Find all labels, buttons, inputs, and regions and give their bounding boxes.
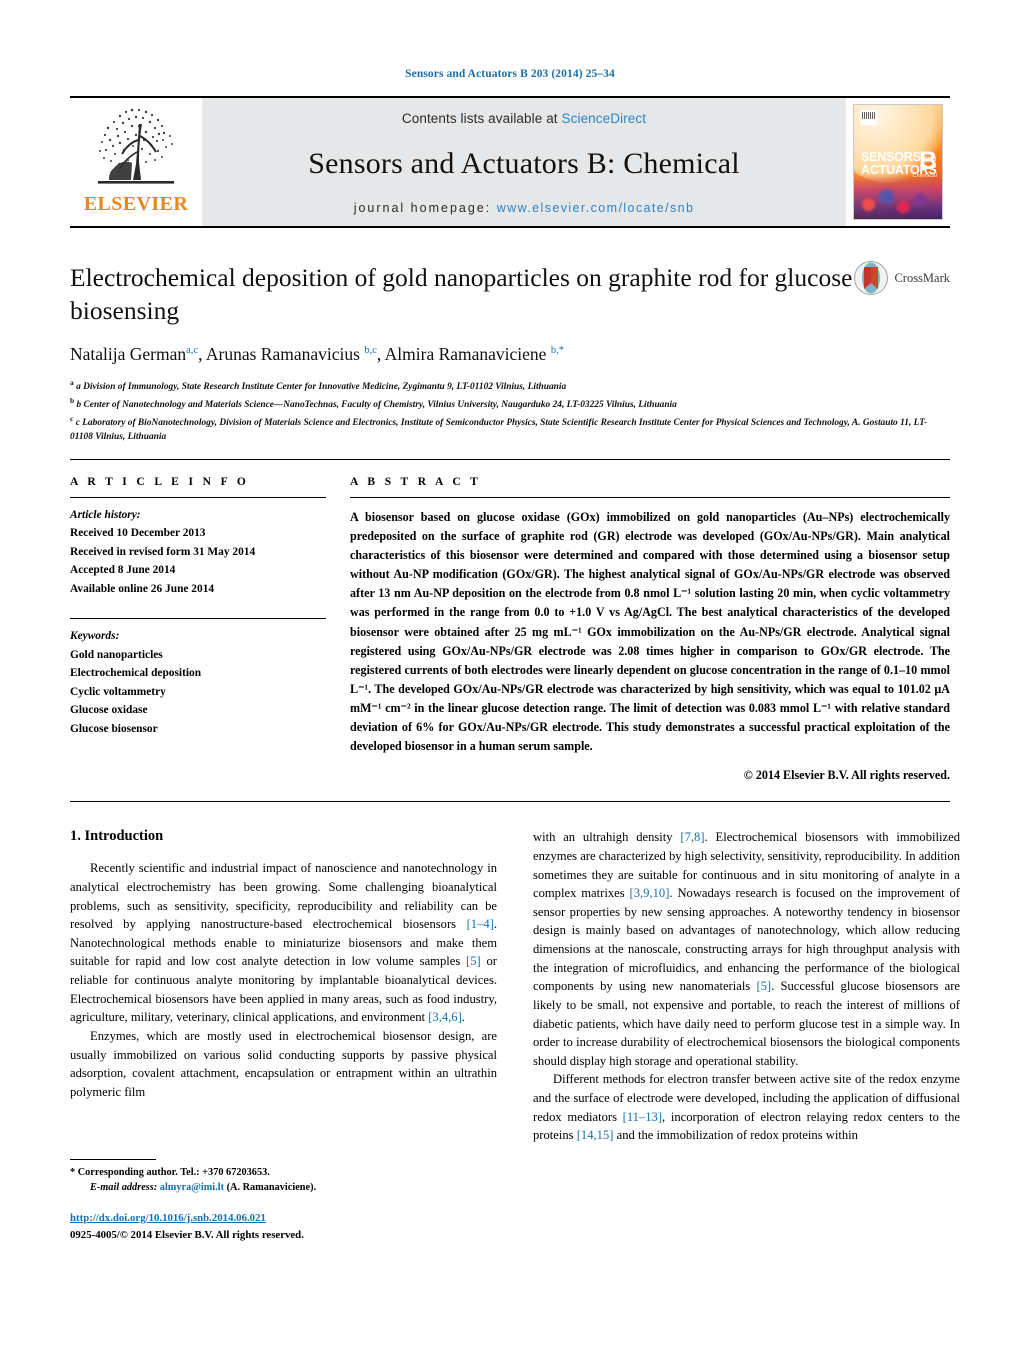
body-column-right: with an ultrahigh density [7,8]. Electro…	[533, 828, 960, 1243]
sciencedirect-link[interactable]: ScienceDirect	[562, 111, 647, 126]
cover-bottom-gradient	[854, 175, 942, 219]
abstract-heading: A B S T R A C T	[350, 475, 482, 488]
journal-cover-thumbnail[interactable]: SENSORS and ACTUATORS B Chemical	[846, 98, 950, 226]
history-item: Received in revised form 31 May 2014	[70, 545, 256, 558]
keyword-item: Cyclic voltammetry	[70, 685, 166, 698]
article-history-label: Article history:	[70, 508, 141, 521]
doi-link[interactable]: http://dx.doi.org/10.1016/j.snb.2014.06.…	[70, 1212, 266, 1224]
keywords-block: Keywords: Gold nanoparticles Electrochem…	[70, 618, 326, 738]
author-list: Natalija Germana,c, Arunas Ramanavicius …	[70, 344, 564, 365]
affiliation-item: a a Division of Immunology, State Resear…	[70, 378, 567, 393]
keyword-item: Glucose oxidase	[70, 704, 148, 717]
running-head: Sensors and Actuators B 203 (2014) 25–34	[405, 68, 615, 80]
intro-paragraph: Recently scientific and industrial impac…	[70, 861, 497, 1025]
page-title: Electrochemical deposition of gold nanop…	[70, 263, 853, 325]
title-block: Electrochemical deposition of gold nanop…	[70, 260, 950, 445]
issn-copyright-line: 0925-4005/© 2014 Elsevier B.V. All right…	[70, 1228, 304, 1241]
citation-ref[interactable]: [1–4]	[467, 917, 494, 931]
article-info-heading: A R T I C L E I N F O	[70, 475, 250, 488]
section-heading-introduction: 1. Introduction	[70, 828, 164, 845]
homepage-prefix: journal homepage:	[353, 201, 497, 215]
keyword-item: Gold nanoparticles	[70, 648, 163, 661]
cover-letter-sub: Chemical	[912, 173, 937, 179]
abstract-text: A biosensor based on glucose oxidase (GO…	[350, 509, 950, 754]
keywords-rule	[70, 618, 326, 620]
journal-masthead: ELSEVIER Contents lists available at Sci…	[70, 96, 950, 228]
crossmark-badge[interactable]: CrossMark	[853, 260, 950, 296]
keyword-item: Glucose biosensor	[70, 722, 158, 735]
email-suffix: (A. Ramanaviciene).	[226, 1182, 317, 1194]
journal-title: Sensors and Actuators B: Chemical	[308, 147, 740, 180]
article-info-rule	[70, 496, 326, 498]
email-note: E-mail address: almyra@imi.lt (A. Ramana…	[70, 1180, 497, 1195]
crossmark-icon	[853, 260, 889, 296]
crossmark-label: CrossMark	[894, 270, 950, 285]
citation-ref[interactable]: [11–13]	[623, 1110, 662, 1124]
doi-block: http://dx.doi.org/10.1016/j.snb.2014.06.…	[70, 1210, 497, 1243]
journal-cover-image: SENSORS and ACTUATORS B Chemical	[853, 104, 943, 220]
body-column-left: 1. Introduction Recently scientific and …	[70, 828, 497, 1243]
abstract-column: A B S T R A C T A biosensor based on glu…	[350, 476, 950, 783]
affiliation-text: b Center of Nanotechnology and Materials…	[76, 400, 677, 411]
intro-paragraph: Different methods for electron transfer …	[533, 1072, 960, 1143]
abstract-rule	[350, 496, 950, 498]
history-item: Accepted 8 June 2014	[70, 564, 176, 577]
citation-ref[interactable]: [14,15]	[577, 1128, 614, 1142]
citation-ref[interactable]: [5]	[466, 954, 481, 968]
affiliation-list: a a Division of Immunology, State Resear…	[70, 377, 950, 445]
cover-letter-b: B	[918, 147, 937, 175]
citation-ref[interactable]: [5]	[756, 979, 771, 993]
cover-line1: SENSORS	[861, 150, 921, 164]
citation-ref[interactable]: [3,4,6]	[428, 1010, 462, 1024]
journal-homepage-link[interactable]: www.elsevier.com/locate/snb	[497, 201, 695, 215]
article-history-block: Article history: Received 10 December 20…	[70, 506, 326, 598]
citation-ref[interactable]: [7,8]	[680, 830, 704, 844]
article-info-column: A R T I C L E I N F O Article history: R…	[70, 476, 326, 783]
cover-elsevier-mark-icon	[860, 110, 877, 125]
divider-below-abstract	[70, 801, 950, 803]
affiliation-item: b b Center of Nanotechnology and Materia…	[70, 395, 677, 411]
footnote-rule	[70, 1158, 156, 1160]
email-link[interactable]: almyra@imi.lt	[160, 1182, 224, 1193]
elsevier-tree-icon	[84, 102, 188, 196]
citation-ref[interactable]: [3,9,10]	[630, 886, 670, 900]
contents-prefix: Contents lists available at	[401, 111, 562, 126]
intro-paragraph: with an ultrahigh density [7,8]. Electro…	[533, 830, 961, 1068]
elsevier-logo: ELSEVIER	[70, 98, 202, 226]
abstract-copyright: © 2014 Elsevier B.V. All rights reserved…	[743, 768, 950, 783]
info-abstract-section: A R T I C L E I N F O Article history: R…	[70, 460, 950, 783]
masthead-center: Contents lists available at ScienceDirec…	[202, 98, 846, 226]
history-item: Received 10 December 2013	[70, 527, 206, 540]
journal-homepage-line: journal homepage: www.elsevier.com/locat…	[354, 201, 695, 215]
email-label: E-mail address:	[90, 1182, 158, 1194]
article-page: Sensors and Actuators B 203 (2014) 25–34	[0, 0, 1020, 1351]
affiliation-text: c Laboratory of BioNanotechnology, Divis…	[70, 417, 928, 443]
keywords-label: Keywords:	[70, 630, 120, 643]
affiliation-text: a Division of Immunology, State Research…	[76, 382, 567, 393]
body-columns: 1. Introduction Recently scientific and …	[70, 828, 960, 1243]
elsevier-wordmark: ELSEVIER	[83, 193, 189, 215]
intro-paragraph: Enzymes, which are mostly used in electr…	[70, 1028, 497, 1099]
history-item: Available online 26 June 2014	[70, 582, 215, 595]
affiliation-item: c c Laboratory of BioNanotechnology, Div…	[70, 413, 928, 443]
contents-line: Contents lists available at ScienceDirec…	[402, 111, 646, 126]
footnote-block: * Corresponding author. Tel.: +370 67203…	[70, 1158, 497, 1243]
corresponding-author-note: * Corresponding author. Tel.: +370 67203…	[70, 1166, 270, 1178]
keyword-item: Electrochemical deposition	[70, 667, 202, 680]
